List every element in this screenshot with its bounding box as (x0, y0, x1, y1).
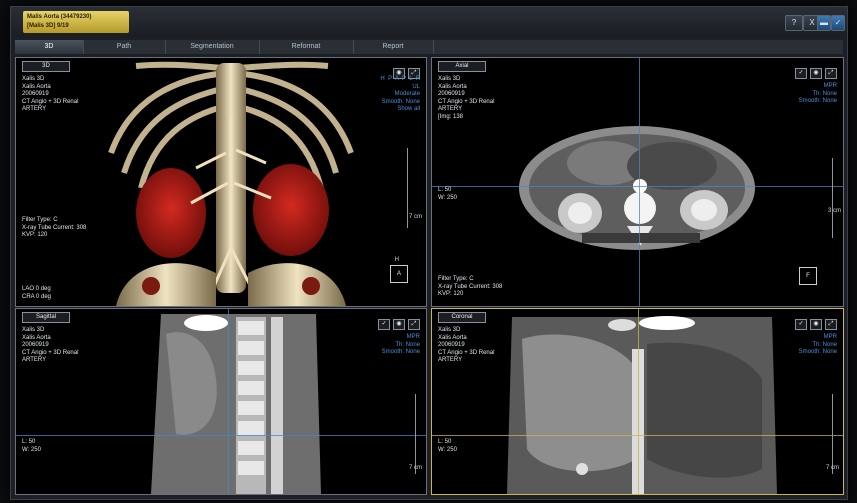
viewport-label-sagittal[interactable]: Sagittal (22, 312, 70, 323)
scale-ruler-3d (401, 148, 408, 228)
scale-label-sagittal: 7 cm (408, 465, 422, 471)
scale-ruler-axial (826, 158, 833, 238)
orientation-cube-3d[interactable]: A (390, 265, 408, 283)
eye-icon[interactable]: ◉ (393, 319, 405, 330)
viewport-sagittal[interactable]: Sagittal ✓ ◉ ⤢ Xalis 3D Xalis Aorta 200609… (15, 308, 427, 495)
maximize-icon[interactable]: ⤢ (408, 319, 420, 330)
patient-info-3d: Xalis 3D Xalis Aorta 20060919 CT Angio +… (22, 76, 79, 113)
render-settings-3d: H P A P L R UL Moderate Smooth: None Sho… (380, 76, 420, 113)
crosshair-vertical-sagittal[interactable] (228, 309, 229, 494)
scale-label-coronal: 7 cm (825, 465, 839, 471)
patient-tab[interactable]: Malis Aorta (34479230) [Malis 3D] 9/19 (23, 11, 129, 33)
angle-info-3d: LAO 0 deg CRA 0 deg (22, 286, 52, 300)
window-level-coronal: L: 50 W: 250 (438, 439, 457, 453)
patient-info-sagittal: Xalis 3D Xalis Aorta 20060919 CT Angio +… (22, 327, 79, 364)
viewport-axial[interactable]: Axial ✓ ◉ ⤢ Xalis 3D Xalis Aorta 20060919 … (431, 57, 844, 307)
viewport-toolbar-coronal: ✓ ◉ ⤢ (792, 312, 837, 330)
maximize-icon[interactable]: ⤢ (825, 319, 837, 330)
tab-path[interactable]: Path (83, 40, 166, 54)
viewport-label-coronal[interactable]: Coronal (438, 312, 486, 323)
render-settings-axial: MPR Th: None Smooth: None (798, 83, 837, 105)
patient-info-coronal: Xalis 3D Xalis Aorta 20060919 CT Angio +… (438, 327, 495, 364)
patient-series: [Malis 3D] 9/19 (27, 23, 69, 29)
viewport-label-3d[interactable]: 3D (22, 61, 70, 72)
tab-3d[interactable]: 3D (15, 40, 84, 54)
render-settings-sagittal: MPR Th: None Smooth: None (381, 334, 420, 356)
viewport-coronal[interactable]: Coronal ✓ ◉ ⤢ Xalis 3D Xalis Aorta 2006091… (431, 308, 844, 495)
scale-ruler-sagittal (409, 394, 416, 474)
orientation-top-3d: H (394, 257, 399, 263)
minimize-icon: ▬ (820, 18, 828, 27)
help-button[interactable]: ? (785, 15, 803, 31)
orientation-cube-axial[interactable]: F (799, 267, 817, 285)
crosshair-horizontal-axial[interactable] (432, 186, 843, 187)
scale-label-axial: 3 cm (827, 208, 841, 214)
filter-info-3d: Filter Type: C X-ray Tube Current: 308 K… (22, 217, 87, 239)
check-icon: ✓ (834, 18, 842, 27)
tab-bar: 3D Path Segmentation Reformat Report (15, 40, 843, 54)
viewport-toolbar-axial: ✓ ◉ ⤢ (792, 61, 837, 79)
viewport-toolbar-sagittal: ✓ ◉ ⤢ (375, 312, 420, 330)
eye-icon[interactable]: ◉ (810, 319, 822, 330)
crosshair-vertical-axial[interactable] (639, 58, 640, 306)
app-window: Malis Aorta (34479230) [Malis 3D] 9/19 ?… (10, 6, 848, 500)
viewport-label-axial[interactable]: Axial (438, 61, 486, 72)
tab-report[interactable]: Report (353, 40, 434, 54)
filter-info-axial: Filter Type: C X-ray Tube Current: 308 K… (438, 276, 503, 298)
maximize-icon[interactable]: ⤢ (825, 68, 837, 79)
check-icon[interactable]: ✓ (378, 319, 390, 330)
crosshair-vertical-coronal[interactable] (638, 309, 639, 494)
check-icon[interactable]: ✓ (795, 319, 807, 330)
scale-label-3d: 7 cm (408, 214, 422, 220)
window-level-axial: L: 50 W: 250 (438, 187, 457, 201)
minimize-button[interactable]: ▬ (817, 15, 831, 31)
title-bar: Malis Aorta (34479230) [Malis 3D] 9/19 ?… (11, 7, 847, 37)
settings-button[interactable]: ✓ (831, 15, 845, 31)
patient-name: Malis Aorta (34479230) (27, 14, 92, 20)
check-icon[interactable]: ✓ (795, 68, 807, 79)
tab-reformat[interactable]: Reformat (259, 40, 354, 54)
scale-ruler-coronal (826, 394, 833, 474)
viewport-3d[interactable]: 3D ◉ ⤢ Xalis 3D Xalis Aorta 20060919 CT A… (15, 57, 427, 307)
eye-icon[interactable]: ◉ (810, 68, 822, 79)
patient-info-axial: Xalis 3D Xalis Aorta 20060919 CT Angio +… (438, 76, 495, 120)
window-level-sagittal: L: 50 W: 250 (22, 439, 41, 453)
render-settings-coronal: MPR Th: None Smooth: None (798, 334, 837, 356)
tab-segmentation[interactable]: Segmentation (165, 40, 260, 54)
crosshair-horizontal-sagittal[interactable] (16, 435, 426, 436)
